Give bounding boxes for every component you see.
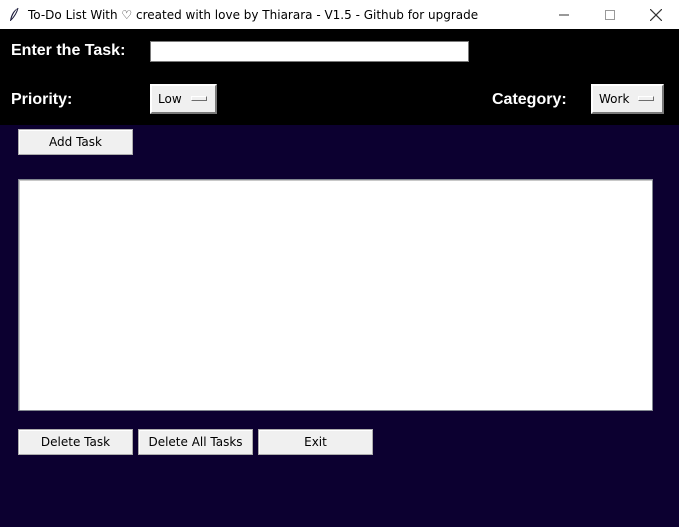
priority-label: Priority: — [11, 91, 73, 108]
minimize-icon[interactable] — [541, 0, 587, 29]
task-listbox[interactable] — [18, 179, 653, 411]
feather-icon — [4, 0, 24, 29]
dropdown-indicator-icon — [638, 96, 654, 101]
task-input[interactable] — [150, 41, 469, 62]
maximize-icon[interactable] — [587, 0, 633, 29]
category-dropdown[interactable]: Work — [591, 84, 664, 114]
category-label: Category: — [492, 91, 567, 108]
priority-dropdown[interactable]: Low — [150, 84, 217, 114]
exit-button[interactable]: Exit — [258, 429, 373, 455]
window-title: To-Do List With ♡ created with love by T… — [28, 7, 479, 22]
task-label: Enter the Task: — [11, 42, 126, 59]
priority-value: Low — [158, 92, 182, 106]
add-task-button[interactable]: Add Task — [18, 129, 133, 155]
category-value: Work — [599, 92, 630, 106]
dropdown-indicator-icon — [191, 96, 207, 101]
close-icon[interactable] — [633, 0, 679, 29]
delete-task-button[interactable]: Delete Task — [18, 429, 133, 455]
delete-all-tasks-button[interactable]: Delete All Tasks — [138, 429, 253, 455]
window-titlebar[interactable]: To-Do List With ♡ created with love by T… — [0, 0, 679, 29]
task-entry-panel: Enter the Task: Priority: Low Category: … — [0, 29, 679, 125]
